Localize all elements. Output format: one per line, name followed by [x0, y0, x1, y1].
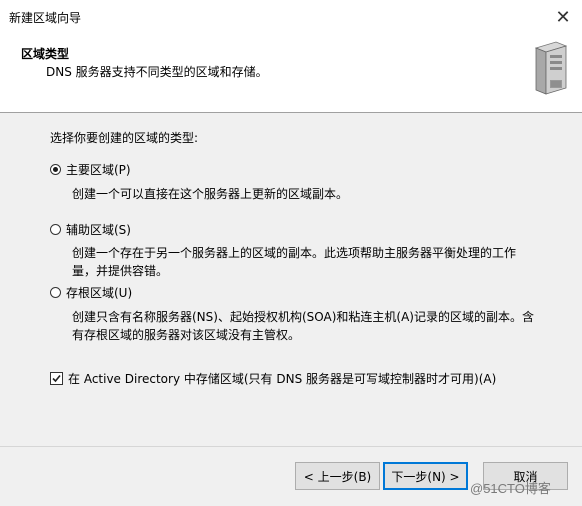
watermark: @51CTO博客: [470, 481, 551, 496]
back-button[interactable]: < 上一步(B): [295, 462, 380, 490]
checkbox[interactable]: [50, 372, 63, 385]
radio-button[interactable]: [50, 164, 61, 175]
page-subtitle: DNS 服务器支持不同类型的区域和存储。: [46, 65, 268, 79]
store-in-ad-checkbox[interactable]: 在 Active Directory 中存储区域(只有 DNS 服务器是可写域控…: [50, 370, 496, 387]
primary-zone-description: 创建一个可以直接在这个服务器上更新的区域副本。: [72, 187, 349, 201]
radio-secondary-zone[interactable]: 辅助区域(S): [50, 221, 131, 238]
next-button[interactable]: 下一步(N) >: [383, 462, 468, 490]
radio-stub-zone[interactable]: 存根区域(U): [50, 284, 132, 301]
window-title: 新建区域向导: [9, 11, 82, 25]
radio-label: 辅助区域(S): [66, 223, 131, 237]
close-button[interactable]: ✕: [550, 5, 576, 31]
checkbox-label: 在 Active Directory 中存储区域(只有 DNS 服务器是可写域控…: [68, 372, 497, 386]
wizard-header: 区域类型 DNS 服务器支持不同类型的区域和存储。: [0, 36, 582, 113]
radio-label: 主要区域(P): [66, 163, 131, 177]
page-title: 区域类型: [21, 47, 70, 61]
stub-zone-description: 创建只含有名称服务器(NS)、起始授权机构(SOA)和粘连主机(A)记录的区域的…: [72, 310, 534, 342]
checkmark-icon: [52, 374, 61, 383]
footer-divider: [0, 446, 582, 447]
close-icon: ✕: [555, 7, 571, 28]
radio-label: 存根区域(U): [66, 286, 133, 300]
wizard-body: 选择你要创建的区域的类型: 主要区域(P) 创建一个可以直接在这个服务器上更新的…: [0, 113, 582, 506]
radio-button[interactable]: [50, 287, 61, 298]
secondary-zone-description: 创建一个存在于另一个服务器上的区域的副本。此选项帮助主服务器平衡处理的工作量，并…: [72, 246, 517, 278]
radio-primary-zone[interactable]: 主要区域(P): [50, 161, 131, 178]
server-icon: [530, 40, 570, 99]
zone-type-prompt: 选择你要创建的区域的类型:: [50, 131, 199, 145]
title-bar: 新建区域向导 ✕: [0, 0, 582, 36]
radio-button[interactable]: [50, 224, 61, 235]
